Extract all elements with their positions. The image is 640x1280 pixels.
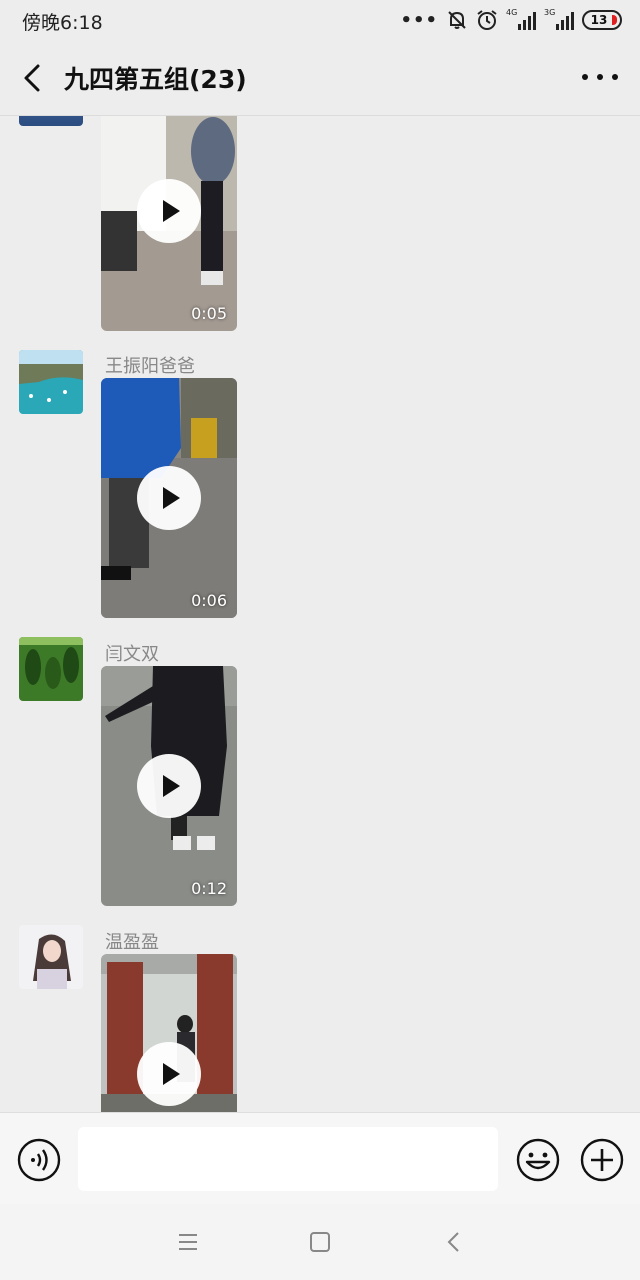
video-duration: 0:12 — [191, 879, 227, 898]
battery-icon: 13 — [582, 10, 622, 30]
chat-header: 九四第五组(23) — [0, 40, 640, 116]
message-input[interactable] — [78, 1127, 498, 1191]
sender-name: 温盈盈 — [105, 932, 159, 953]
signal-4g-icon: 4G — [506, 8, 536, 30]
status-icons: ••• 4G 3G 13 — [400, 8, 622, 32]
mute-bell-icon — [448, 11, 466, 29]
more-dots-icon: ••• — [400, 9, 438, 31]
video-message[interactable] — [101, 954, 237, 1112]
video-duration: 0:05 — [191, 304, 227, 323]
more-options-button[interactable] — [582, 62, 618, 92]
play-icon[interactable] — [137, 754, 201, 818]
input-bar — [0, 1112, 640, 1204]
play-icon[interactable] — [137, 1042, 201, 1106]
video-message[interactable]: 0:12 — [101, 666, 237, 906]
more-dots-icon — [582, 74, 588, 80]
video-message[interactable]: 0:05 — [101, 116, 237, 331]
avatar[interactable] — [19, 637, 83, 701]
sender-name: 王振阳爸爸 — [105, 356, 195, 377]
plus-icon[interactable] — [580, 1138, 624, 1182]
voice-icon[interactable] — [17, 1138, 61, 1182]
chat-title: 九四第五组(23) — [64, 65, 247, 94]
message-list[interactable]: 0:05 王振阳爸爸 0:06 闫文双 0:12 温盈盈 — [0, 116, 640, 1112]
play-icon[interactable] — [137, 179, 201, 243]
status-bar: 傍晚6:18 ••• 4G 3G 13 — [0, 0, 640, 40]
menu-icon[interactable] — [176, 1230, 200, 1254]
avatar[interactable] — [19, 925, 83, 989]
play-icon[interactable] — [137, 466, 201, 530]
alarm-icon — [477, 10, 497, 30]
emoji-icon[interactable] — [516, 1138, 560, 1182]
battery-level: 13 — [590, 13, 608, 27]
video-message[interactable]: 0:06 — [101, 378, 237, 618]
status-time: 傍晚6:18 — [22, 12, 103, 34]
sender-name: 闫文双 — [105, 644, 159, 665]
video-duration: 0:06 — [191, 591, 227, 610]
chevron-left-icon[interactable] — [16, 60, 52, 96]
avatar[interactable] — [19, 350, 83, 414]
back-icon[interactable] — [442, 1230, 466, 1254]
avatar[interactable] — [19, 116, 83, 126]
home-icon[interactable] — [308, 1230, 332, 1254]
system-nav-bar — [0, 1204, 640, 1280]
signal-3g-icon: 3G — [544, 8, 574, 30]
